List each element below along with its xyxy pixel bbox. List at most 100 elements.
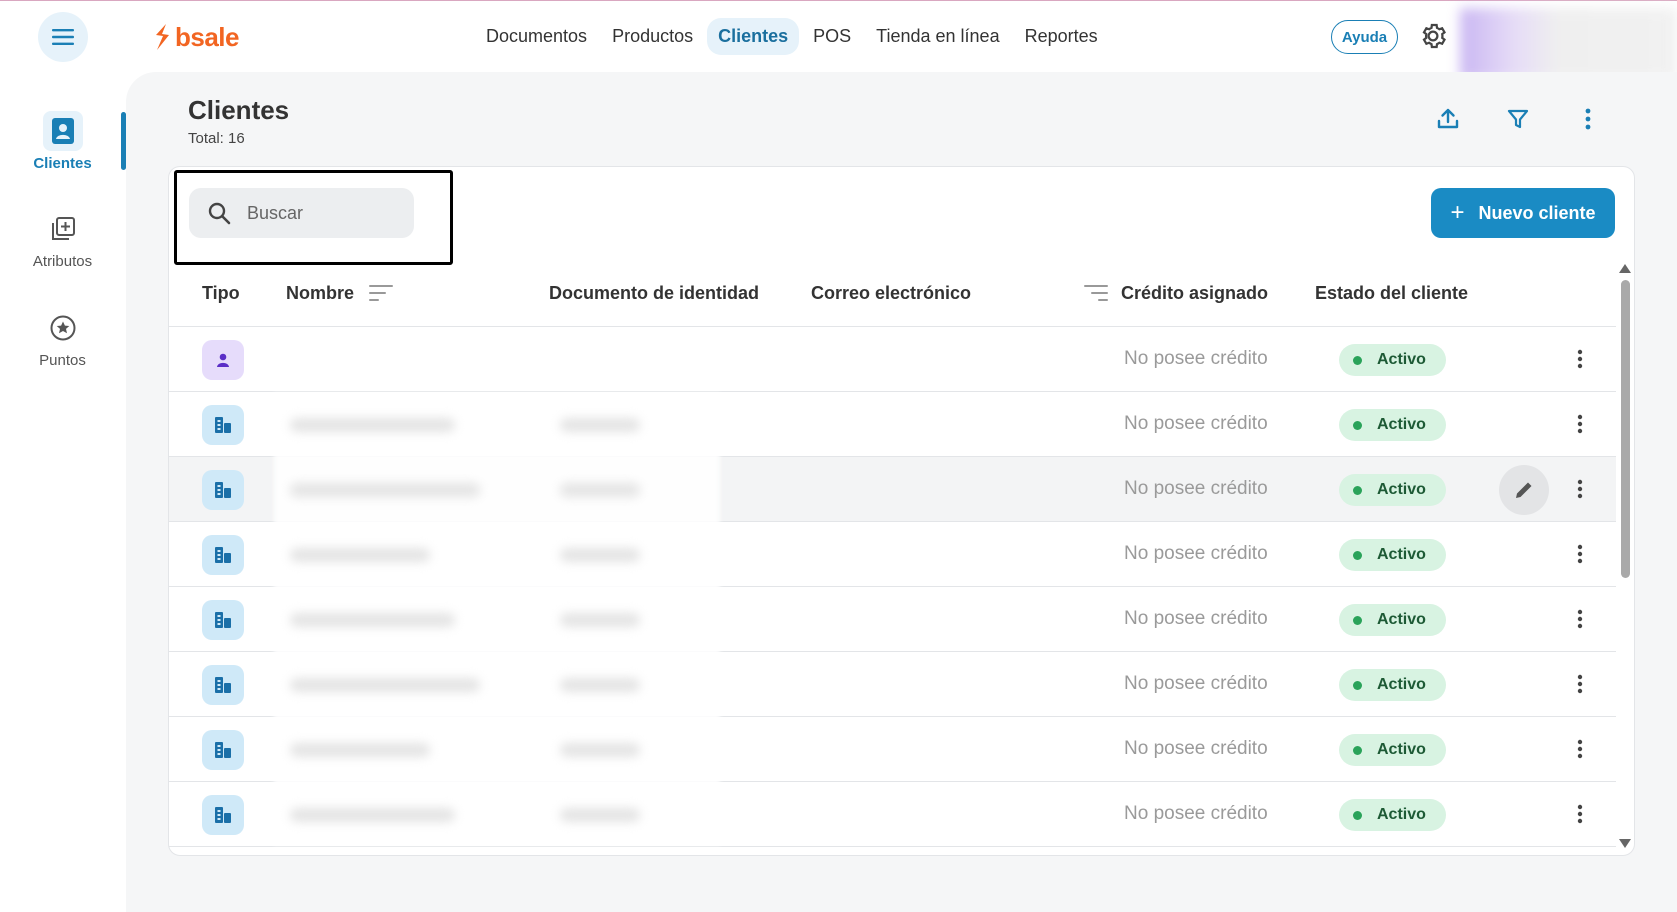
- user-profile-area[interactable]: [1460, 8, 1677, 80]
- row-more-options-button[interactable]: [1568, 477, 1592, 501]
- help-button[interactable]: Ayuda: [1331, 20, 1398, 54]
- nav-tienda-en-linea[interactable]: Tienda en línea: [865, 18, 1010, 55]
- status-label: Activo: [1377, 676, 1426, 693]
- nav-pos[interactable]: POS: [802, 18, 862, 55]
- search-input[interactable]: [247, 202, 397, 224]
- row-more-options-button[interactable]: [1568, 347, 1592, 371]
- redacted-text: [560, 613, 640, 627]
- company-type-badge: [202, 795, 244, 835]
- row-more-options-button[interactable]: [1568, 412, 1592, 436]
- nav-clientes[interactable]: Clientes: [707, 17, 800, 55]
- sort-icon[interactable]: [1084, 284, 1108, 302]
- building-icon: [215, 612, 231, 628]
- status-dot: [1353, 420, 1362, 430]
- status-dot: [1353, 680, 1362, 690]
- credit-value: No posee crédito: [1124, 673, 1268, 694]
- status-label: Activo: [1377, 611, 1426, 628]
- sidebar-icon-bg: [43, 308, 83, 348]
- company-type-badge: [202, 600, 244, 640]
- sidebar-item-clientes[interactable]: Clientes: [25, 111, 100, 172]
- table-row[interactable]: No posee crédito Activo: [169, 327, 1616, 392]
- person-icon: [217, 353, 229, 367]
- brand-name: bsale: [175, 21, 240, 52]
- window-top-border: [0, 0, 1677, 1]
- vertical-dots-icon: [1577, 804, 1583, 824]
- status-dot: [1353, 810, 1362, 820]
- plus-icon: +: [1450, 199, 1465, 226]
- credit-value: No posee crédito: [1124, 738, 1268, 759]
- credit-value: No posee crédito: [1124, 478, 1268, 499]
- company-type-badge: [202, 405, 244, 445]
- building-icon: [215, 417, 231, 433]
- redacted-text: [290, 613, 455, 627]
- vertical-dots-icon: [1577, 609, 1583, 629]
- vertical-dots-icon: [1577, 479, 1583, 499]
- status-badge: Activo: [1339, 669, 1446, 701]
- top-navigation: Documentos Productos Clientes POS Tienda…: [475, 16, 1112, 56]
- vertical-dots-icon: [1585, 108, 1591, 130]
- edit-button[interactable]: [1499, 465, 1549, 515]
- company-type-badge: [202, 730, 244, 770]
- row-more-options-button[interactable]: [1568, 802, 1592, 826]
- bsale-logo-icon: [156, 24, 169, 50]
- nav-productos[interactable]: Productos: [601, 18, 704, 55]
- filter-button[interactable]: [1503, 104, 1533, 134]
- sidebar-item-label: Puntos: [39, 352, 86, 369]
- search-icon: [208, 202, 231, 225]
- status-label: Activo: [1377, 416, 1426, 433]
- vertical-dots-icon: [1577, 544, 1583, 564]
- status-dot: [1353, 550, 1362, 560]
- hamburger-icon: [52, 29, 74, 45]
- status-label: Activo: [1377, 481, 1426, 498]
- sort-icon[interactable]: [369, 284, 393, 302]
- scroll-thumb[interactable]: [1621, 280, 1630, 578]
- vertical-dots-icon: [1577, 739, 1583, 759]
- row-more-options-button[interactable]: [1568, 737, 1592, 761]
- building-icon: [215, 807, 231, 823]
- status-dot: [1353, 355, 1362, 365]
- brand-logo[interactable]: bsale: [153, 20, 240, 54]
- settings-gear-icon[interactable]: [1418, 21, 1448, 51]
- more-options-button[interactable]: [1573, 104, 1603, 134]
- scroll-down-arrow[interactable]: [1618, 839, 1632, 849]
- building-icon: [215, 677, 231, 693]
- hamburger-menu-button[interactable]: [38, 12, 88, 62]
- redacted-text: [290, 678, 480, 692]
- status-badge: Activo: [1339, 604, 1446, 636]
- new-client-button[interactable]: + Nuevo cliente: [1431, 188, 1615, 238]
- vertical-dots-icon: [1577, 674, 1583, 694]
- status-label: Activo: [1377, 741, 1426, 758]
- status-badge: Activo: [1339, 734, 1446, 766]
- row-more-options-button[interactable]: [1568, 672, 1592, 696]
- star-circle-icon: [50, 315, 75, 341]
- status-label: Activo: [1377, 351, 1426, 368]
- row-more-options-button[interactable]: [1568, 607, 1592, 631]
- column-header-nombre[interactable]: Nombre: [286, 283, 354, 304]
- vertical-dots-icon: [1577, 414, 1583, 434]
- redacted-text: [560, 743, 640, 757]
- nav-reportes[interactable]: Reportes: [1014, 18, 1109, 55]
- row-more-options-button[interactable]: [1568, 542, 1592, 566]
- export-button[interactable]: [1433, 104, 1463, 134]
- nav-documentos[interactable]: Documentos: [475, 18, 598, 55]
- total-count: Total: 16: [188, 130, 245, 147]
- triangle-down-icon: [1619, 839, 1631, 848]
- status-badge: Activo: [1339, 409, 1446, 441]
- search-field[interactable]: [189, 188, 414, 238]
- status-badge: Activo: [1339, 344, 1446, 376]
- redacted-text: [290, 483, 480, 497]
- redacted-text: [290, 808, 455, 822]
- scroll-up-arrow[interactable]: [1618, 264, 1632, 274]
- status-label: Activo: [1377, 546, 1426, 563]
- redacted-text: [560, 418, 640, 432]
- credit-value: No posee crédito: [1124, 413, 1268, 434]
- redacted-text: [290, 548, 430, 562]
- sidebar-item-puntos[interactable]: Puntos: [25, 308, 100, 369]
- redacted-text: [290, 743, 430, 757]
- status-badge: Activo: [1339, 539, 1446, 571]
- sidebar-item-atributos[interactable]: Atributos: [25, 209, 100, 270]
- triangle-up-icon: [1619, 264, 1631, 273]
- column-header-tipo: Tipo: [202, 283, 240, 303]
- redacted-text: [560, 483, 640, 497]
- sidebar-icon-bg: [42, 111, 83, 151]
